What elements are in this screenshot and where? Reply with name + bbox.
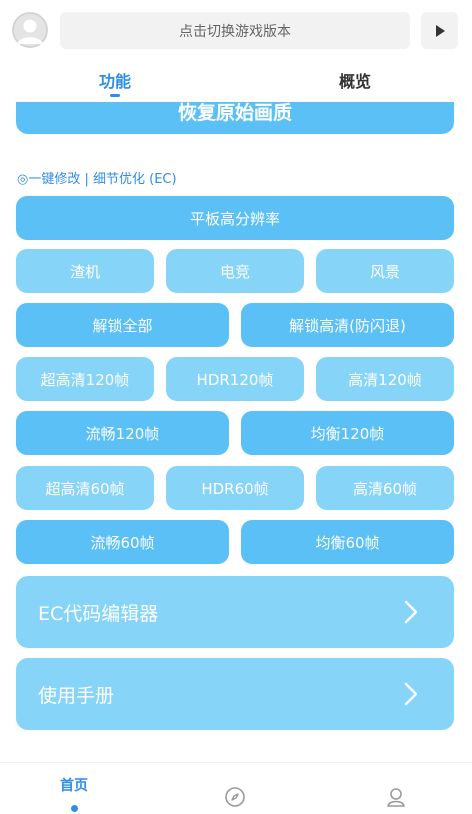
user-manual-card[interactable]: 使用手册	[16, 658, 454, 730]
unlock-hd-button[interactable]: 解锁高清(防闪退)	[241, 303, 454, 347]
balanced-120fps-button[interactable]: 均衡120帧	[241, 411, 454, 455]
tablet-resolution-button[interactable]: 平板高分辨率	[16, 196, 454, 240]
unlock-all-button[interactable]: 解锁全部	[16, 303, 229, 347]
version-switch[interactable]: 点击切换游戏版本	[60, 12, 410, 49]
hd-60fps-button[interactable]: 高清60帧	[316, 466, 454, 510]
user-icon[interactable]	[385, 786, 407, 808]
avatar[interactable]	[12, 12, 48, 48]
hdr-120fps-button[interactable]: HDR120帧	[166, 357, 304, 401]
smooth-120fps-button[interactable]: 流畅120帧	[16, 411, 229, 455]
tab-overview[interactable]: 概览	[285, 68, 425, 92]
ec-code-editor-label: EC代码编辑器	[38, 602, 159, 625]
tab-functions[interactable]: 功能	[45, 68, 185, 92]
avatar-icon	[12, 12, 48, 48]
section-label: ◎一键修改 | 细节优化 (EC)	[17, 172, 177, 187]
esports-button[interactable]: 电竞	[166, 249, 304, 293]
play-button[interactable]	[421, 12, 458, 49]
smooth-60fps-button[interactable]: 流畅60帧	[16, 520, 229, 564]
tab-bar: 功能 概览	[0, 62, 472, 102]
restore-original-quality-button[interactable]: 恢复原始画质	[16, 102, 454, 134]
nav-active-dot	[71, 805, 78, 812]
play-icon	[435, 24, 445, 37]
top-bar: 点击切换游戏版本	[0, 0, 472, 62]
bottom-nav: 首页	[0, 762, 472, 814]
content-area[interactable]: 恢复原始画质 ◎一键修改 | 细节优化 (EC) 平板高分辨率 渣机 电竞 风景…	[0, 102, 472, 762]
scenery-button[interactable]: 风景	[316, 249, 454, 293]
active-tab-indicator	[110, 94, 120, 97]
hd-120fps-button[interactable]: 高清120帧	[316, 357, 454, 401]
compass-icon[interactable]	[224, 786, 246, 808]
nav-home[interactable]: 首页	[44, 775, 104, 795]
chevron-right-icon	[404, 600, 418, 624]
version-switch-label: 点击切换游戏版本	[179, 23, 291, 40]
low-end-button[interactable]: 渣机	[16, 249, 154, 293]
user-manual-label: 使用手册	[38, 684, 115, 707]
ec-code-editor-card[interactable]: EC代码编辑器	[16, 576, 454, 648]
chevron-right-icon	[404, 682, 418, 706]
balanced-60fps-button[interactable]: 均衡60帧	[241, 520, 454, 564]
hdr-60fps-button[interactable]: HDR60帧	[166, 466, 304, 510]
uhd-60fps-button[interactable]: 超高清60帧	[16, 466, 154, 510]
uhd-120fps-button[interactable]: 超高清120帧	[16, 357, 154, 401]
